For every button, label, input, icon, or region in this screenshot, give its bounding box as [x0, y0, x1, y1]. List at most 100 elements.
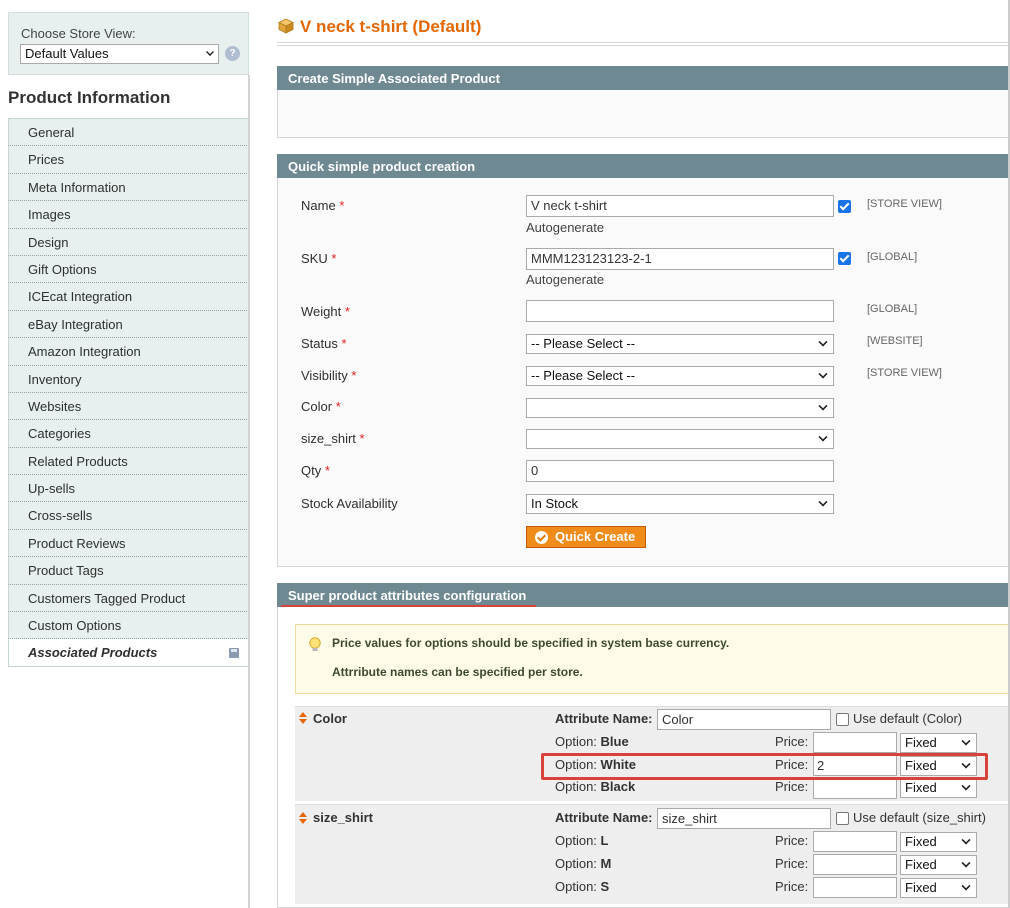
color-select[interactable] [526, 398, 834, 418]
option-label-s: Option: S [555, 879, 609, 894]
color-label: Color * [301, 399, 341, 414]
sidebar: Choose Store View: Default Values ? Prod… [0, 0, 250, 908]
price-input-black[interactable] [813, 778, 897, 799]
check-circle-icon [535, 531, 548, 544]
price-type-select-s[interactable]: Fixed [900, 878, 977, 898]
chevron-down-icon [206, 48, 214, 56]
use-default-checkbox-color[interactable] [836, 713, 849, 726]
tab-ebay-integration[interactable]: eBay Integration [8, 310, 249, 339]
option-label-blue: Option: Blue [555, 734, 629, 749]
color-label-text: Color [301, 399, 333, 414]
option-prefix: Option: [555, 856, 597, 871]
tab-associated-products-label: Associated Products [28, 645, 158, 661]
main-content: V neck t-shirt (Default) Create Simple A… [262, 0, 1010, 908]
stock-availability-label: Stock Availability [301, 496, 398, 511]
use-default-label-color: Use default (Color) [853, 711, 963, 726]
help-icon[interactable]: ? [225, 46, 240, 61]
sidebar-divider [248, 75, 250, 908]
weight-input[interactable] [526, 300, 834, 322]
sku-autogenerate-checkbox[interactable] [838, 252, 851, 265]
use-default-label-size-shirt: Use default (size_shirt) [853, 810, 986, 825]
price-input-s[interactable] [813, 877, 897, 898]
stock-selected: In Stock [531, 496, 578, 511]
attribute-name-input-color[interactable]: Color [657, 709, 831, 730]
attribute-name-label: Attribute Name: [555, 711, 653, 726]
drag-sort-icon[interactable] [299, 712, 307, 724]
tab-product-reviews[interactable]: Product Reviews [8, 529, 249, 558]
option-label-black: Option: Black [555, 779, 635, 794]
tab-images[interactable]: Images [8, 201, 249, 229]
name-autogenerate-label: Autogenerate [526, 220, 605, 235]
price-label: Price: [775, 833, 809, 848]
sku-input[interactable]: MMM123123123-2-1 [526, 248, 834, 270]
tab-websites[interactable]: Websites [8, 392, 249, 421]
visibility-scope: [STORE VIEW] [867, 367, 942, 379]
drag-sort-icon[interactable] [299, 812, 307, 824]
quick-create-button[interactable]: Quick Create [526, 526, 646, 548]
store-view-select[interactable]: Default Values [20, 44, 219, 64]
visibility-select[interactable]: -- Please Select -- [526, 366, 834, 386]
status-select[interactable]: -- Please Select -- [526, 334, 834, 354]
tab-categories[interactable]: Categories [8, 420, 249, 448]
use-default-checkbox-size-shirt[interactable] [836, 812, 849, 825]
chevron-down-icon [961, 835, 971, 845]
sku-label: SKU * [301, 251, 336, 266]
chevron-down-icon [818, 337, 828, 347]
price-label: Price: [775, 779, 809, 794]
tab-design[interactable]: Design [8, 228, 249, 256]
tab-associated-products[interactable]: Associated Products [8, 639, 249, 667]
qty-input[interactable]: 0 [526, 460, 834, 482]
store-view-label: Choose Store View: [21, 26, 136, 41]
tab-custom-options[interactable]: Custom Options [8, 612, 249, 640]
price-type-select-m[interactable]: Fixed [900, 855, 977, 875]
size-shirt-select[interactable] [526, 429, 834, 449]
price-type-value: Fixed [905, 857, 937, 872]
quick-create-header: Quick simple product creation [277, 154, 1010, 178]
tab-product-tags[interactable]: Product Tags [8, 557, 249, 585]
tab-amazon-integration[interactable]: Amazon Integration [8, 338, 249, 366]
name-autogenerate-checkbox[interactable] [838, 200, 851, 213]
price-type-select-blue[interactable]: Fixed [900, 733, 977, 753]
tab-up-sells[interactable]: Up-sells [8, 475, 249, 503]
required-marker: * [341, 336, 347, 351]
option-prefix: Option: [555, 879, 597, 894]
tab-related-products[interactable]: Related Products [8, 447, 249, 476]
price-input-m[interactable] [813, 854, 897, 875]
tab-general[interactable]: General [8, 119, 249, 147]
tab-cross-sells[interactable]: Cross-sells [8, 502, 249, 530]
chevron-down-icon [818, 369, 828, 379]
option-prefix: Option: [555, 734, 597, 749]
required-marker: * [339, 198, 345, 213]
create-simple-body [277, 90, 1010, 138]
price-input-l[interactable] [813, 831, 897, 852]
tab-prices[interactable]: Prices [8, 146, 249, 174]
required-marker: * [359, 431, 365, 446]
tab-gift-options[interactable]: Gift Options [8, 255, 249, 284]
option-prefix: Option: [555, 779, 597, 794]
product-information-title: Product Information [8, 88, 171, 107]
attribute-title-size-shirt: size_shirt [313, 810, 373, 825]
stock-availability-select[interactable]: In Stock [526, 494, 834, 514]
price-input-blue[interactable] [813, 732, 897, 753]
attribute-name-input-size-shirt[interactable]: size_shirt [657, 808, 831, 829]
visibility-selected: -- Please Select -- [531, 368, 636, 383]
lightbulb-icon [309, 637, 321, 651]
tab-icecat-integration[interactable]: ICEcat Integration [8, 283, 249, 311]
price-type-select-black[interactable]: Fixed [900, 778, 977, 798]
required-marker: * [344, 304, 350, 319]
option-name: S [600, 879, 610, 894]
name-label-text: Name [301, 198, 336, 213]
tab-inventory[interactable]: Inventory [8, 365, 249, 393]
weight-scope: [GLOBAL] [867, 303, 918, 315]
required-marker: * [351, 368, 357, 383]
price-type-select-l[interactable]: Fixed [900, 832, 977, 852]
option-label-l: Option: L [555, 833, 609, 848]
price-label: Price: [775, 734, 809, 749]
status-label-text: Status [301, 336, 338, 351]
required-marker: * [331, 251, 337, 266]
option-name: M [600, 856, 612, 871]
tab-customers-tagged-product[interactable]: Customers Tagged Product [8, 584, 249, 613]
tab-meta-information[interactable]: Meta Information [8, 173, 249, 202]
quick-create-body: Name * V neck t-shirt [STORE VIEW] Autog… [277, 178, 1010, 567]
name-input[interactable]: V neck t-shirt [526, 195, 834, 217]
